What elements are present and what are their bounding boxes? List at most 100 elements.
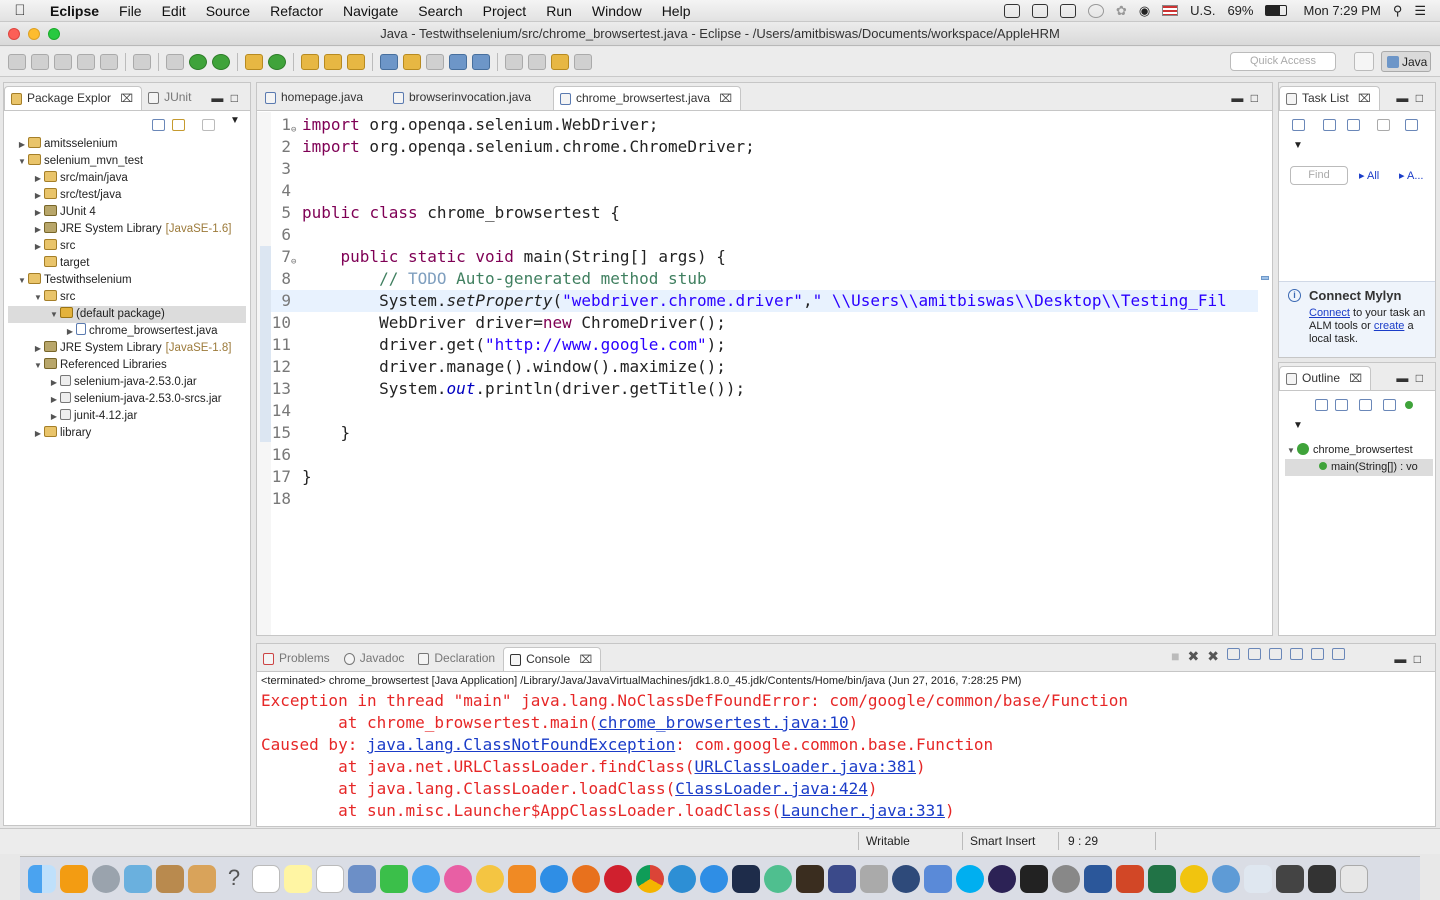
chat-tray-icon[interactable] (1031, 3, 1048, 18)
launchpad-icon[interactable] (92, 864, 120, 893)
stacktrace-link[interactable]: chrome_browsertest.java:10 (598, 713, 848, 732)
debug-icon[interactable] (166, 53, 184, 70)
open-task-icon[interactable] (324, 53, 342, 70)
minimize-maximize-controls[interactable]: ▬ □ (211, 91, 240, 105)
safari-icon[interactable] (540, 864, 568, 893)
menu-navigate[interactable]: Navigate (333, 3, 408, 19)
print-icon[interactable] (100, 53, 118, 70)
pin-console-icon[interactable] (1290, 648, 1303, 660)
save-all-icon[interactable] (77, 53, 95, 70)
open-type-icon[interactable] (301, 53, 319, 70)
clock[interactable]: Mon 7:29 PM (1303, 3, 1380, 18)
minimize-maximize-controls[interactable]: ▬ □ (1231, 91, 1260, 105)
collapsed-arrow-icon[interactable]: ▶ (16, 136, 28, 153)
ibooks-icon[interactable] (508, 864, 536, 893)
photos-icon[interactable] (476, 864, 504, 893)
new-icon[interactable] (8, 53, 26, 70)
menu-window[interactable]: Window (582, 3, 652, 19)
next-annotation-icon[interactable] (505, 53, 523, 70)
create-link[interactable]: create (1374, 320, 1405, 332)
opera-icon[interactable] (604, 864, 632, 893)
stacktrace-link[interactable]: ClassLoader.java:424 (675, 779, 868, 798)
menu-edit[interactable]: Edit (152, 3, 196, 19)
tree-node[interactable]: ▼ (default package) (8, 306, 246, 323)
trash-icon[interactable] (1340, 864, 1368, 893)
tab-junit[interactable]: JUnit (142, 86, 199, 110)
scheduled-icon[interactable] (1347, 119, 1360, 131)
show-source-icon[interactable] (472, 53, 490, 70)
status-insert-mode[interactable]: Smart Insert (970, 834, 1035, 848)
forward-icon[interactable] (574, 53, 592, 70)
app-icon[interactable] (732, 864, 760, 893)
calendar-icon[interactable] (252, 864, 280, 893)
show-console-on-output-icon[interactable] (1269, 648, 1282, 660)
search-toolbar-icon[interactable] (347, 53, 365, 70)
tree-node[interactable]: ▶ chrome_browsertest.java (8, 323, 246, 340)
tree-node[interactable]: ▼ Referenced Libraries (8, 357, 246, 374)
photo-booth-icon[interactable] (348, 864, 376, 893)
itunes-icon[interactable] (444, 864, 472, 893)
skip-breakpoints-icon[interactable] (133, 53, 151, 70)
tree-node[interactable]: ▶ selenium-java-2.53.0-srcs.jar (8, 391, 246, 408)
collapsed-arrow-icon[interactable]: ▶ (48, 391, 60, 408)
status-cursor-position[interactable]: 9 : 29 (1068, 834, 1098, 848)
stacktrace-link[interactable]: URLClassLoader.java:381 (694, 757, 916, 776)
dropbox-icon[interactable] (1059, 3, 1076, 18)
database-icon[interactable] (860, 864, 888, 893)
new-java-class-icon[interactable] (268, 53, 286, 70)
tab-console[interactable]: Console ⌧ (503, 647, 602, 671)
downloads-stack-icon[interactable] (1244, 864, 1272, 893)
expanded-arrow-icon[interactable]: ▼ (32, 357, 44, 374)
remove-all-terminated-icon[interactable]: ✖ (1207, 648, 1219, 665)
expanded-arrow-icon[interactable]: ▼ (32, 289, 44, 306)
tab-browserinvocation-java[interactable]: browserinvocation.java (387, 86, 553, 110)
collapsed-arrow-icon[interactable]: ▶ (32, 204, 44, 221)
desktop-stack-icon[interactable] (1308, 864, 1336, 893)
tree-node[interactable]: ▶ selenium-java-2.53.0.jar (8, 374, 246, 391)
menu-run[interactable]: Run (536, 3, 582, 19)
close-icon[interactable]: ⌧ (120, 93, 133, 105)
tab-javadoc[interactable]: Javadoc (338, 647, 413, 671)
view-menu-icon[interactable]: ▼ (230, 115, 240, 126)
collapsed-arrow-icon[interactable]: ▶ (32, 187, 44, 204)
vlc-icon[interactable] (60, 864, 88, 893)
app-icon[interactable] (892, 864, 920, 893)
tree-node[interactable]: ▶ amitsselenium (8, 136, 246, 153)
outline-method-node[interactable]: main(String[]) : vo (1285, 459, 1433, 476)
filter-activate-link[interactable]: ▸ A... (1399, 169, 1424, 182)
expanded-arrow-icon[interactable]: ▼ (16, 153, 28, 170)
hide-completed-icon[interactable] (1405, 119, 1418, 131)
close-icon[interactable]: ⌧ (1349, 373, 1362, 385)
tree-node[interactable]: ▼ selenium_mvn_test (8, 153, 246, 170)
expand-arrow-icon[interactable]: ▼ (1285, 442, 1297, 459)
menu-help[interactable]: Help (652, 3, 701, 19)
open-perspective-button[interactable] (1354, 52, 1374, 71)
filter-all-link[interactable]: ▸ All (1359, 169, 1379, 182)
apple-icon[interactable]:  (0, 2, 40, 19)
tab-outline[interactable]: Outline ⌧ (1279, 366, 1372, 390)
outline-class-node[interactable]: ▼ chrome_browsertest (1285, 442, 1433, 459)
view-menu-icon[interactable]: ▼ (1293, 140, 1303, 151)
quick-access-input[interactable]: Quick Access (1230, 52, 1336, 71)
firefox-icon[interactable] (572, 864, 600, 893)
view-menu-icon[interactable]: ▼ (1293, 420, 1303, 431)
menu-refactor[interactable]: Refactor (260, 3, 333, 19)
terminate-icon[interactable]: ■ (1171, 648, 1179, 665)
tab-chrome-browsertest-java[interactable]: chrome_browsertest.java ⌧ (553, 86, 742, 110)
menu-app-eclipse[interactable]: Eclipse (40, 3, 109, 19)
new-java-project-icon[interactable] (245, 53, 263, 70)
time-machine-icon[interactable] (1087, 3, 1104, 18)
hide-nonpublic-icon[interactable] (1405, 401, 1413, 409)
skype-icon[interactable] (956, 864, 984, 893)
link-with-editor-icon[interactable] (172, 119, 185, 131)
collapsed-arrow-icon[interactable]: ▶ (32, 425, 44, 442)
bluetooth-icon[interactable]: ✿ (1116, 3, 1127, 19)
checkbox-tray-icon[interactable] (1003, 3, 1020, 18)
expanded-arrow-icon[interactable]: ▼ (16, 272, 28, 289)
messages-icon[interactable] (412, 864, 440, 893)
app-icon[interactable] (828, 864, 856, 893)
expanded-arrow-icon[interactable]: ▼ (48, 306, 60, 323)
close-icon[interactable]: ⌧ (579, 654, 592, 666)
collapse-all-icon[interactable] (152, 119, 165, 131)
categorized-icon[interactable] (1323, 119, 1336, 131)
